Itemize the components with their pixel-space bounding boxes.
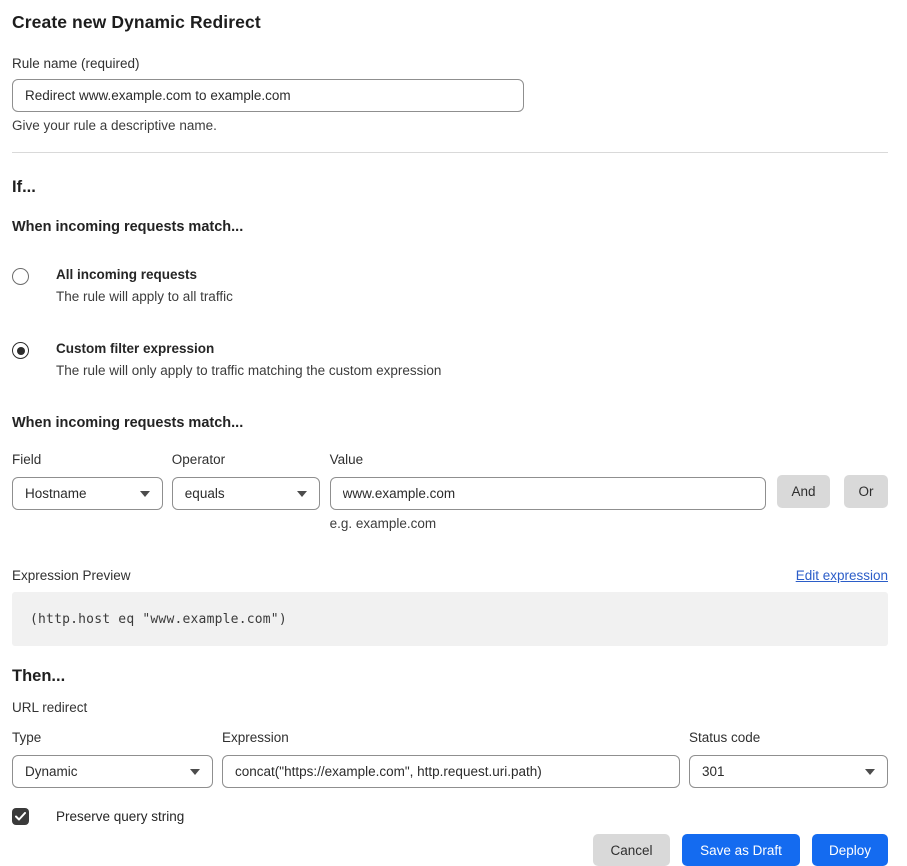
status-code-select-value: 301 (702, 764, 725, 779)
value-input[interactable] (330, 477, 766, 510)
rule-name-helper: Give your rule a descriptive name. (12, 118, 888, 133)
expression-preview-label: Expression Preview (12, 568, 131, 583)
radio-label: All incoming requests (56, 267, 233, 282)
type-select-value: Dynamic (25, 764, 78, 779)
value-helper: e.g. example.com (330, 516, 766, 531)
section-divider (12, 152, 888, 153)
or-button[interactable]: Or (844, 475, 888, 508)
rule-name-group: Rule name (required) Give your rule a de… (12, 56, 888, 133)
field-select[interactable]: Hostname (12, 477, 163, 510)
type-select[interactable]: Dynamic (12, 755, 213, 788)
chevron-down-icon (140, 491, 150, 497)
preserve-query-string-checkbox-row[interactable]: Preserve query string (12, 808, 888, 825)
field-label: Field (12, 452, 163, 467)
redirect-expression-input[interactable] (222, 755, 680, 788)
field-select-value: Hostname (25, 486, 87, 501)
radio-text: All incoming requests The rule will appl… (56, 267, 233, 304)
preserve-query-string-label: Preserve query string (56, 809, 184, 824)
page-title: Create new Dynamic Redirect (12, 12, 888, 33)
status-code-select[interactable]: 301 (689, 755, 888, 788)
expression-preview-header: Expression Preview Edit expression (12, 568, 888, 583)
radio-description: The rule will apply to all traffic (56, 289, 233, 304)
create-redirect-form: Create new Dynamic Redirect Rule name (r… (0, 0, 907, 866)
chevron-down-icon (297, 491, 307, 497)
operator-column: Operator equals (172, 452, 320, 510)
form-actions: Cancel Save as Draft Deploy (12, 834, 888, 866)
cancel-button[interactable]: Cancel (593, 834, 670, 866)
deploy-button[interactable]: Deploy (812, 834, 888, 866)
then-heading: Then... (12, 667, 888, 686)
status-code-column: Status code 301 (689, 730, 888, 788)
connector-buttons: And Or (777, 452, 888, 508)
radio-description: The rule will only apply to traffic matc… (56, 363, 441, 378)
expression-column: Expression (222, 730, 680, 788)
edit-expression-link[interactable]: Edit expression (796, 568, 888, 583)
radio-label: Custom filter expression (56, 341, 441, 356)
status-code-label: Status code (689, 730, 888, 745)
checkbox-checked-icon[interactable] (12, 808, 29, 825)
if-heading: If... (12, 178, 888, 197)
rule-name-label: Rule name (required) (12, 56, 888, 71)
builder-heading: When incoming requests match... (12, 415, 888, 431)
chevron-down-icon (190, 769, 200, 775)
expression-preview-code: (http.host eq "www.example.com") (12, 592, 888, 646)
rule-name-input[interactable] (12, 79, 524, 112)
value-label: Value (330, 452, 766, 467)
save-as-draft-button[interactable]: Save as Draft (682, 834, 800, 866)
url-redirect-label: URL redirect (12, 700, 888, 715)
radio-custom-filter-expression[interactable]: Custom filter expression The rule will o… (12, 341, 888, 378)
operator-select[interactable]: equals (172, 477, 320, 510)
radio-text: Custom filter expression The rule will o… (56, 341, 441, 378)
chevron-down-icon (865, 769, 875, 775)
filter-expression-row: Field Hostname Operator equals Value e.g… (12, 452, 888, 531)
and-button[interactable]: And (777, 475, 830, 508)
field-column: Field Hostname (12, 452, 163, 510)
radio-unselected-icon[interactable] (12, 268, 29, 285)
operator-select-value: equals (185, 486, 225, 501)
redirect-settings-row: Type Dynamic Expression Status code 301 (12, 730, 888, 788)
expression-label: Expression (222, 730, 680, 745)
type-column: Type Dynamic (12, 730, 213, 788)
operator-label: Operator (172, 452, 320, 467)
radio-all-incoming-requests[interactable]: All incoming requests The rule will appl… (12, 267, 888, 304)
match-heading: When incoming requests match... (12, 219, 888, 235)
value-column: Value e.g. example.com (330, 452, 766, 531)
radio-selected-icon[interactable] (12, 342, 29, 359)
type-label: Type (12, 730, 213, 745)
